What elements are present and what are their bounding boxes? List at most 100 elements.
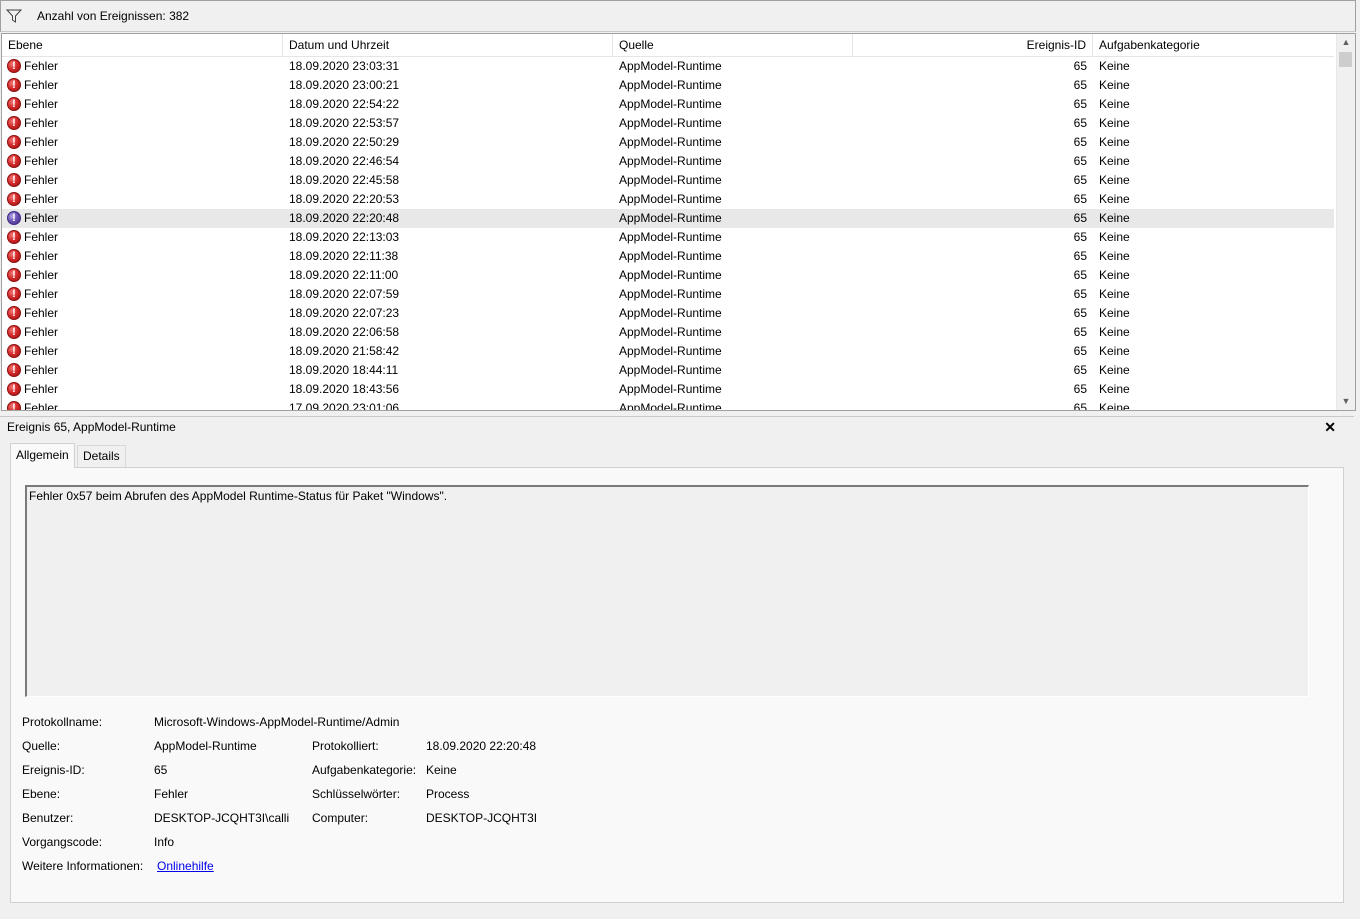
event-level: Fehler bbox=[24, 363, 59, 377]
event-date: 18.09.2020 22:45:58 bbox=[289, 173, 400, 187]
event-row[interactable]: ! Fehler 18.09.2020 21:58:42 AppModel-Runti… bbox=[2, 342, 1334, 361]
event-date: 18.09.2020 22:07:23 bbox=[289, 306, 400, 320]
column-header-quelle[interactable]: Quelle bbox=[613, 34, 853, 56]
value-aufgabenkategorie: Keine bbox=[426, 763, 457, 777]
event-source: AppModel-Runtime bbox=[619, 230, 722, 244]
column-header-ereignis-id[interactable]: Ereignis-ID bbox=[853, 34, 1093, 56]
onlinehilfe-link[interactable]: Onlinehilfe bbox=[157, 859, 214, 873]
value-computer: DESKTOP-JCQHT3I bbox=[426, 811, 538, 825]
event-row[interactable]: ! Fehler 18.09.2020 22:07:59 AppModel-Runti… bbox=[2, 285, 1334, 304]
event-source: AppModel-Runtime bbox=[619, 116, 722, 130]
event-source: AppModel-Runtime bbox=[619, 192, 722, 206]
event-source: AppModel-Runtime bbox=[619, 344, 722, 358]
event-row[interactable]: ! Fehler 18.09.2020 22:54:22 AppModel-Runti… bbox=[2, 95, 1334, 114]
event-row[interactable]: ! Fehler 18.09.2020 22:06:58 AppModel-Runti… bbox=[2, 323, 1334, 342]
event-category: Keine bbox=[1099, 97, 1130, 111]
event-row[interactable]: ! Fehler 18.09.2020 23:03:31 AppModel-Runti… bbox=[2, 57, 1334, 76]
filter-funnel-icon[interactable] bbox=[6, 8, 22, 24]
event-id: 65 bbox=[1073, 401, 1087, 410]
error-icon: ! bbox=[7, 116, 21, 130]
error-icon: ! bbox=[7, 154, 21, 168]
event-date: 18.09.2020 22:13:03 bbox=[289, 230, 400, 244]
event-row[interactable]: ! Fehler 18.09.2020 22:13:03 AppModel-Runti… bbox=[2, 228, 1334, 247]
event-row[interactable]: ! Fehler 18.09.2020 23:00:21 AppModel-Runti… bbox=[2, 76, 1334, 95]
event-date: 18.09.2020 23:03:31 bbox=[289, 59, 400, 73]
scrollbar-thumb[interactable] bbox=[1339, 52, 1352, 67]
event-date: 18.09.2020 22:53:57 bbox=[289, 116, 400, 130]
scroll-up-icon[interactable]: ▲ bbox=[1337, 34, 1355, 51]
event-category: Keine bbox=[1099, 59, 1130, 73]
filter-bar: Anzahl von Ereignissen: 382 bbox=[0, 0, 1356, 32]
error-icon: ! bbox=[7, 306, 21, 320]
label-protokollname: Protokollname: bbox=[22, 715, 103, 729]
event-category: Keine bbox=[1099, 344, 1130, 358]
event-level: Fehler bbox=[24, 325, 59, 339]
event-id: 65 bbox=[1073, 135, 1087, 149]
event-category: Keine bbox=[1099, 287, 1130, 301]
event-id: 65 bbox=[1073, 173, 1087, 187]
error-icon: ! bbox=[7, 382, 21, 396]
event-row[interactable]: ! Fehler 18.09.2020 22:53:57 AppModel-Runti… bbox=[2, 114, 1334, 133]
event-row[interactable]: ! Fehler 18.09.2020 22:45:58 AppModel-Runti… bbox=[2, 171, 1334, 190]
label-schluesselwoerter: Schlüsselwörter: bbox=[312, 787, 401, 801]
event-row[interactable]: ! Fehler 18.09.2020 22:20:48 AppModel-Runti… bbox=[2, 209, 1334, 228]
event-row[interactable]: ! Fehler 18.09.2020 22:07:23 AppModel-Runti… bbox=[2, 304, 1334, 323]
event-level: Fehler bbox=[24, 78, 59, 92]
event-date: 18.09.2020 22:11:00 bbox=[289, 268, 399, 282]
label-weitere-informationen: Weitere Informationen: bbox=[22, 859, 144, 873]
event-list[interactable]: Ebene Datum und Uhrzeit Quelle Ereignis-… bbox=[1, 33, 1356, 411]
value-protokollname: Microsoft-Windows-AppModel-Runtime/Admin bbox=[154, 715, 400, 729]
event-source: AppModel-Runtime bbox=[619, 287, 722, 301]
error-icon: ! bbox=[7, 344, 21, 358]
detail-title: Ereignis 65, AppModel-Runtime bbox=[7, 420, 176, 434]
event-row[interactable]: ! Fehler 18.09.2020 18:44:11 AppModel-Runti… bbox=[2, 361, 1334, 380]
event-level: Fehler bbox=[24, 268, 59, 282]
event-category: Keine bbox=[1099, 78, 1130, 92]
event-row[interactable]: ! Fehler 18.09.2020 18:43:56 AppModel-Runti… bbox=[2, 380, 1334, 399]
event-message-box[interactable]: Fehler 0x57 beim Abrufen des AppModel Ru… bbox=[25, 485, 1309, 697]
event-level: Fehler bbox=[24, 230, 59, 244]
event-id: 65 bbox=[1073, 306, 1087, 320]
event-date: 18.09.2020 22:20:48 bbox=[289, 211, 400, 225]
event-level: Fehler bbox=[24, 382, 59, 396]
event-row[interactable]: ! Fehler 18.09.2020 22:20:53 AppModel-Runti… bbox=[2, 190, 1334, 209]
value-schluesselwoerter: Process bbox=[426, 787, 470, 801]
column-header-aufgabenkategorie[interactable]: Aufgabenkategorie bbox=[1093, 34, 1334, 56]
error-icon: ! bbox=[7, 287, 21, 301]
value-ebene: Fehler bbox=[154, 787, 189, 801]
event-row[interactable]: ! Fehler 18.09.2020 22:11:38 AppModel-Runti… bbox=[2, 247, 1334, 266]
error-icon: ! bbox=[7, 401, 21, 410]
event-category: Keine bbox=[1099, 192, 1130, 206]
event-category: Keine bbox=[1099, 135, 1130, 149]
event-row[interactable]: ! Fehler 18.09.2020 22:11:00 AppModel-Runti… bbox=[2, 266, 1334, 285]
vertical-scrollbar[interactable]: ▲ ▼ bbox=[1336, 34, 1355, 410]
event-id: 65 bbox=[1073, 97, 1087, 111]
event-level: Fehler bbox=[24, 287, 59, 301]
event-category: Keine bbox=[1099, 211, 1130, 225]
error-icon: ! bbox=[7, 363, 21, 377]
tab-allgemein[interactable]: Allgemein bbox=[10, 443, 75, 468]
event-row[interactable]: ! Fehler 17.09.2020 23:01:06 AppModel-Runti… bbox=[2, 399, 1334, 410]
close-icon[interactable]: ✕ bbox=[1324, 417, 1336, 437]
event-date: 17.09.2020 23:01:06 bbox=[289, 401, 400, 410]
event-source: AppModel-Runtime bbox=[619, 306, 722, 320]
event-category: Keine bbox=[1099, 363, 1130, 377]
event-row[interactable]: ! Fehler 18.09.2020 22:46:54 AppModel-Runti… bbox=[2, 152, 1334, 171]
column-header-datum[interactable]: Datum und Uhrzeit bbox=[283, 34, 613, 56]
event-row[interactable]: ! Fehler 18.09.2020 22:50:29 AppModel-Runti… bbox=[2, 133, 1334, 152]
event-date: 18.09.2020 22:20:53 bbox=[289, 192, 400, 206]
event-id: 65 bbox=[1073, 211, 1087, 225]
event-source: AppModel-Runtime bbox=[619, 97, 722, 111]
event-id: 65 bbox=[1073, 287, 1087, 301]
event-category: Keine bbox=[1099, 230, 1130, 244]
event-id: 65 bbox=[1073, 344, 1087, 358]
event-level: Fehler bbox=[24, 249, 59, 263]
event-date: 18.09.2020 21:58:42 bbox=[289, 344, 400, 358]
event-source: AppModel-Runtime bbox=[619, 135, 722, 149]
tab-details[interactable]: Details bbox=[77, 445, 126, 467]
scroll-down-icon[interactable]: ▼ bbox=[1337, 393, 1355, 410]
error-icon: ! bbox=[7, 325, 21, 339]
event-category: Keine bbox=[1099, 173, 1130, 187]
column-header-ebene[interactable]: Ebene bbox=[2, 34, 283, 56]
event-source: AppModel-Runtime bbox=[619, 154, 722, 168]
